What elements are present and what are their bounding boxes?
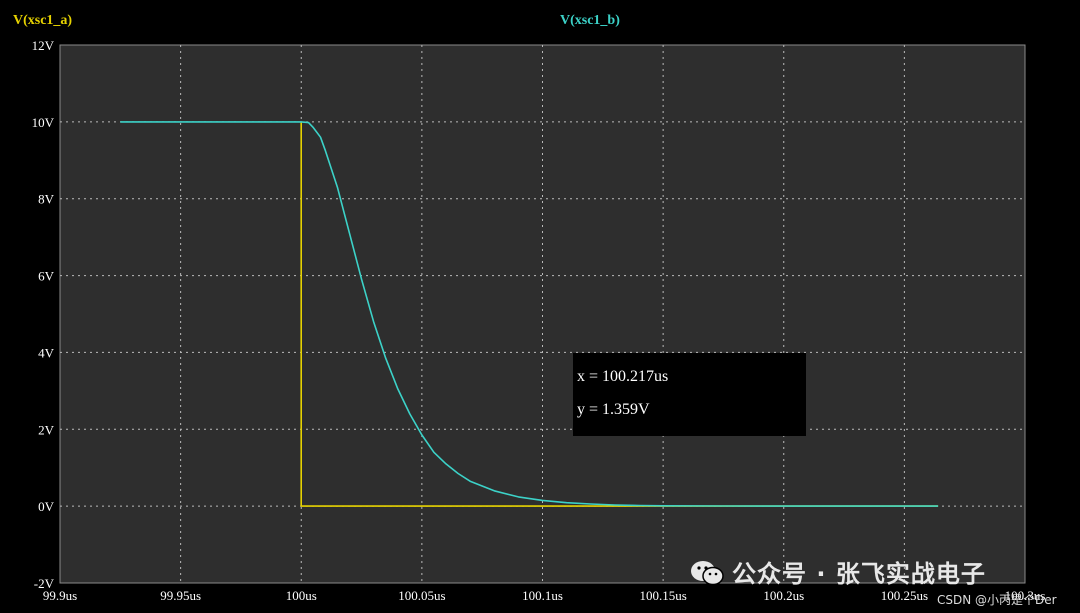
x-tick-label: 99.95us bbox=[160, 588, 201, 603]
y-tick-label: 6V bbox=[38, 269, 55, 284]
oscilloscope-chart: 99.9us 99.95us 100us 100.05us 100.1us 100.15u… bbox=[32, 38, 1046, 603]
x-tick-label: 100.2us bbox=[763, 588, 804, 603]
cursor-y-value: y = 1.359V bbox=[577, 401, 650, 418]
y-tick-label: -2V bbox=[34, 576, 55, 591]
legend-series-b: V(xsc1_b) bbox=[560, 13, 620, 28]
cursor-x-value: x = 100.217us bbox=[577, 368, 669, 385]
x-tick-label: 100.25us bbox=[881, 588, 928, 603]
x-tick-label: 100.05us bbox=[398, 588, 445, 603]
watermark: 公众号 · 张飞实战电子 bbox=[690, 554, 986, 589]
credit-text: CSDN @小丙是个Der bbox=[937, 593, 1057, 607]
y-tick-label: 12V bbox=[32, 38, 55, 53]
x-tick-label: 100.15us bbox=[639, 588, 686, 603]
y-tick-label: 8V bbox=[38, 192, 55, 207]
wechat-icon bbox=[690, 560, 724, 586]
legend-series-a: V(xsc1_a) bbox=[13, 13, 73, 28]
y-tick-label: 4V bbox=[38, 345, 55, 360]
x-tick-label: 100us bbox=[286, 588, 317, 603]
x-tick-label: 100.1us bbox=[522, 588, 563, 603]
y-tick-label: 2V bbox=[38, 422, 55, 437]
watermark-text: 公众号 · 张飞实战电子 bbox=[732, 560, 986, 588]
y-tick-label: 10V bbox=[32, 115, 55, 130]
cursor-readout: x = 100.217us y = 1.359V bbox=[573, 353, 806, 436]
y-tick-label: 0V bbox=[38, 499, 55, 514]
